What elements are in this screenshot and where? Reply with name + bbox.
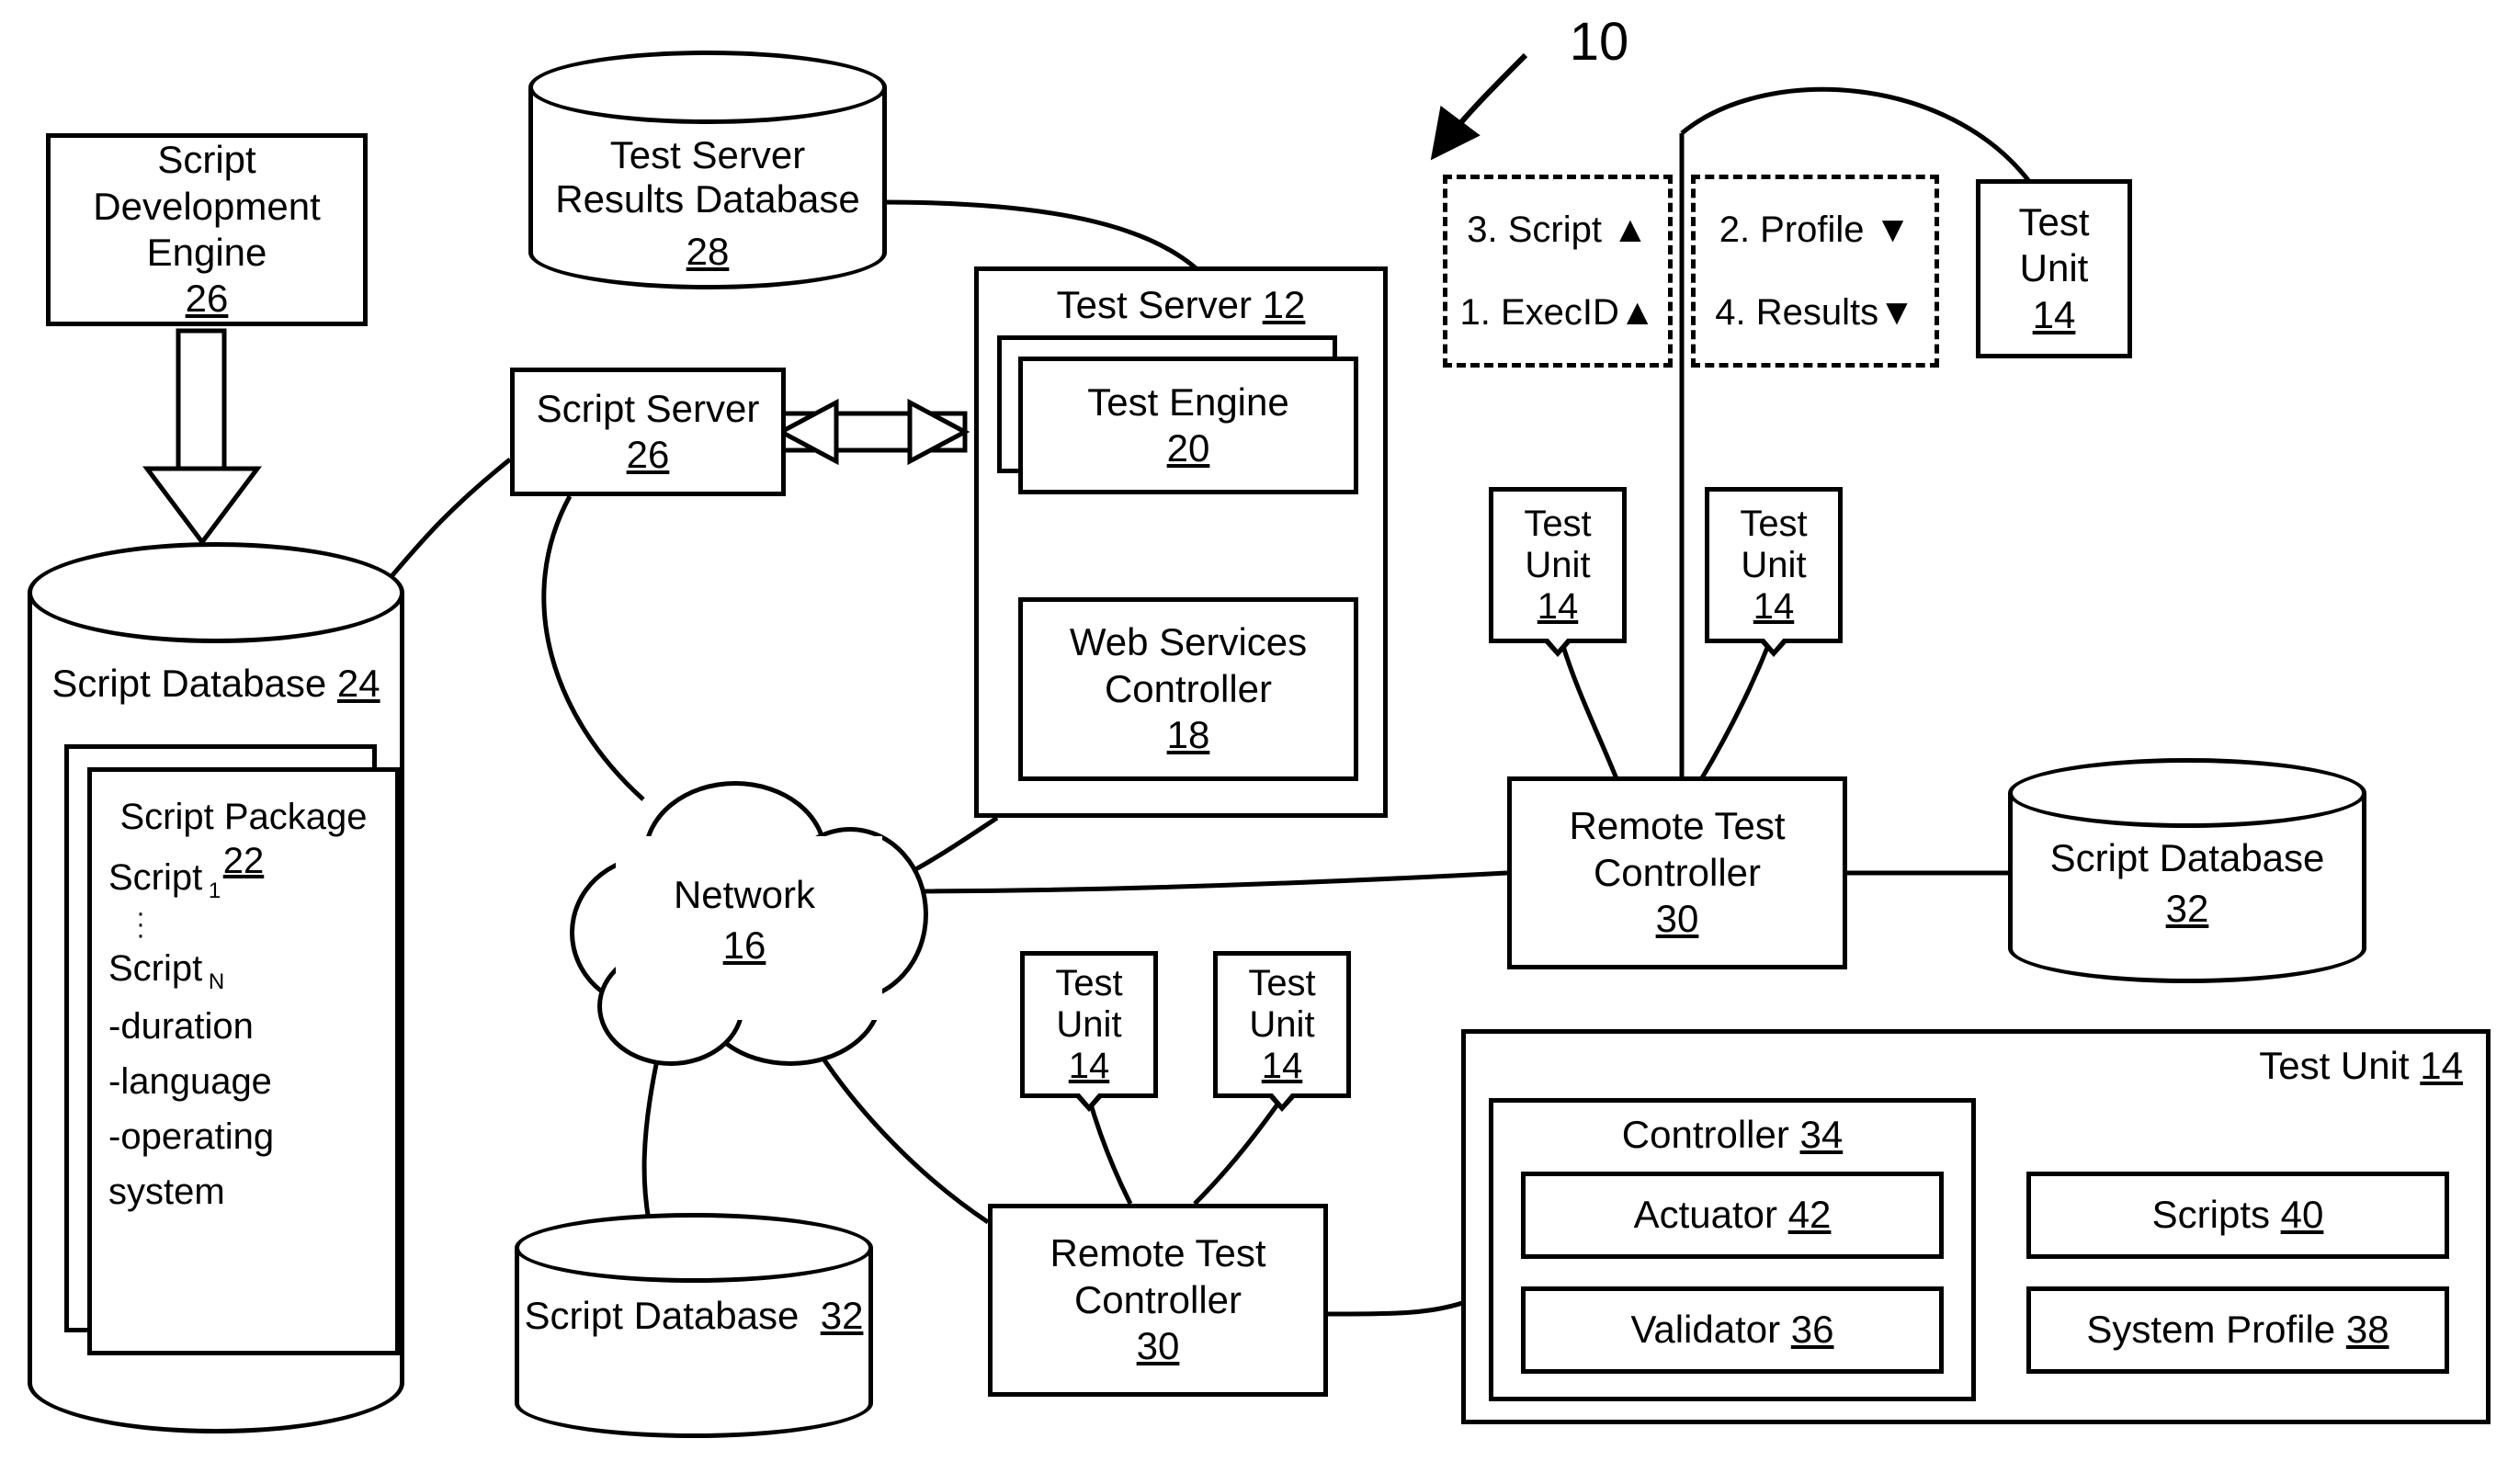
web-services-box: Web Services Controller 18 [1018,597,1358,781]
test-engine-title: Test Engine [1087,379,1288,425]
script-db-lower-cylinder: Script Database 32 [515,1213,873,1438]
arrow-down-icon: ▼ [1875,210,1912,250]
test-server-label: Test Server 12 [1057,282,1306,328]
exchange-profile-down: 2. Profile ▼ [1719,208,1912,252]
remote-test-controller-lower: Remote Test Controller 30 [988,1204,1328,1397]
test-unit-detail-num: 14 [2420,1044,2463,1087]
rtc-upper-title: Remote Test Controller [1570,803,1786,896]
script-package-box: Script Package 22 Script 1 ··· Script N … [87,767,400,1355]
controller-title: Controller [1622,1113,1789,1156]
script-attr-os: -operating system [108,1109,395,1219]
rtc-lower-num: 30 [1137,1323,1180,1369]
script-dev-engine-title: Script Development Engine [51,137,363,276]
script-package-title: Script Package [119,797,367,837]
test-unit-tag-l1: Test Unit 14 [1020,951,1158,1098]
system-profile-box: System Profile 38 [2026,1286,2449,1374]
test-unit-detail-label: Test Unit 14 [2259,1043,2463,1089]
script-db-right-cylinder: Script Database 32 [2008,758,2366,983]
script-attr-language: -language [108,1054,395,1109]
script-line-1: Script 1 [108,850,395,908]
test-unit-top-right: Test Unit 14 [1976,179,2132,358]
system-profile-label: System Profile 38 [2086,1307,2389,1353]
network-cloud: Network 16 [561,772,928,1066]
remote-test-controller-upper: Remote Test Controller 30 [1507,776,1847,969]
results-db-title: Test Server Results Database [528,133,887,221]
arrow-up-icon: ▲ [1612,210,1649,250]
validator-box: Validator 36 [1521,1286,1944,1374]
scripts-box: Scripts 40 [2026,1172,2449,1259]
test-unit-tag-u1: Test Unit 14 [1489,487,1627,643]
script-db-lower-num: 32 [821,1294,864,1337]
script-db-main-title: Script Database [51,662,326,705]
arrow-up-icon: ▲ [1619,292,1656,333]
validator-label: Validator 36 [1630,1307,1833,1353]
controller-label: Controller 34 [1622,1112,1843,1158]
network-title: Network [561,873,928,917]
test-unit-tag-u2: Test Unit 14 [1705,487,1843,643]
script-db-lower-label: Script Database 32 [515,1294,873,1338]
script-package-lines: Script 1 ··· Script N -duration -languag… [108,850,395,1219]
script-server-box: Script Server 26 [510,368,786,496]
test-server-num: 12 [1263,283,1306,326]
script-dev-engine-box: Script Development Engine 26 [46,133,368,326]
script-attr-duration: -duration [108,999,395,1054]
test-unit-detail-title: Test Unit [2259,1044,2409,1087]
results-db-num: 28 [528,230,887,274]
exchange-execid-up: 1. ExecID▲ [1460,290,1656,334]
controller-num: 34 [1800,1113,1844,1156]
actuator-label: Actuator 42 [1634,1192,1832,1238]
exchange-script-up: 3. Script ▲ [1467,208,1648,252]
test-engine-box: Test Engine 20 [1018,357,1358,494]
script-db-lower-title: Script Database [525,1294,800,1337]
scripts-label: Scripts 40 [2152,1192,2324,1238]
figure-reference-num: 10 [1570,10,1629,74]
rtc-lower-title: Remote Test Controller [1050,1230,1266,1323]
script-server-num: 26 [627,432,670,478]
exchange-results-down: 4. Results▼ [1715,290,1914,334]
script-db-main-num: 24 [337,662,380,705]
script-db-right-title: Script Database [2008,836,2366,880]
script-dev-engine-num: 26 [186,276,229,322]
test-unit-tag-l2: Test Unit 14 [1213,951,1351,1098]
web-services-title: Web Services Controller [1070,619,1307,712]
results-db-cylinder: Test Server Results Database 28 [528,51,887,289]
test-engine-num: 20 [1167,425,1210,471]
script-server-title: Script Server [537,386,760,432]
script-db-main-label: Script Database 24 [28,662,404,706]
script-line-n: Script N [108,941,395,999]
figure-reference: 10 [1544,6,1654,79]
exchange-right-box: 2. Profile ▼ 4. Results▼ [1691,175,1939,368]
actuator-box: Actuator 42 [1521,1172,1944,1259]
ellipsis-icon: ··· [108,908,395,941]
web-services-num: 18 [1167,712,1210,758]
script-db-right-num: 32 [2008,887,2366,931]
network-num: 16 [561,923,928,968]
exchange-left-box: 3. Script ▲ 1. ExecID▲ [1443,175,1673,368]
test-server-title: Test Server [1057,283,1252,326]
rtc-upper-num: 30 [1656,896,1699,942]
arrow-down-icon: ▼ [1878,292,1915,333]
